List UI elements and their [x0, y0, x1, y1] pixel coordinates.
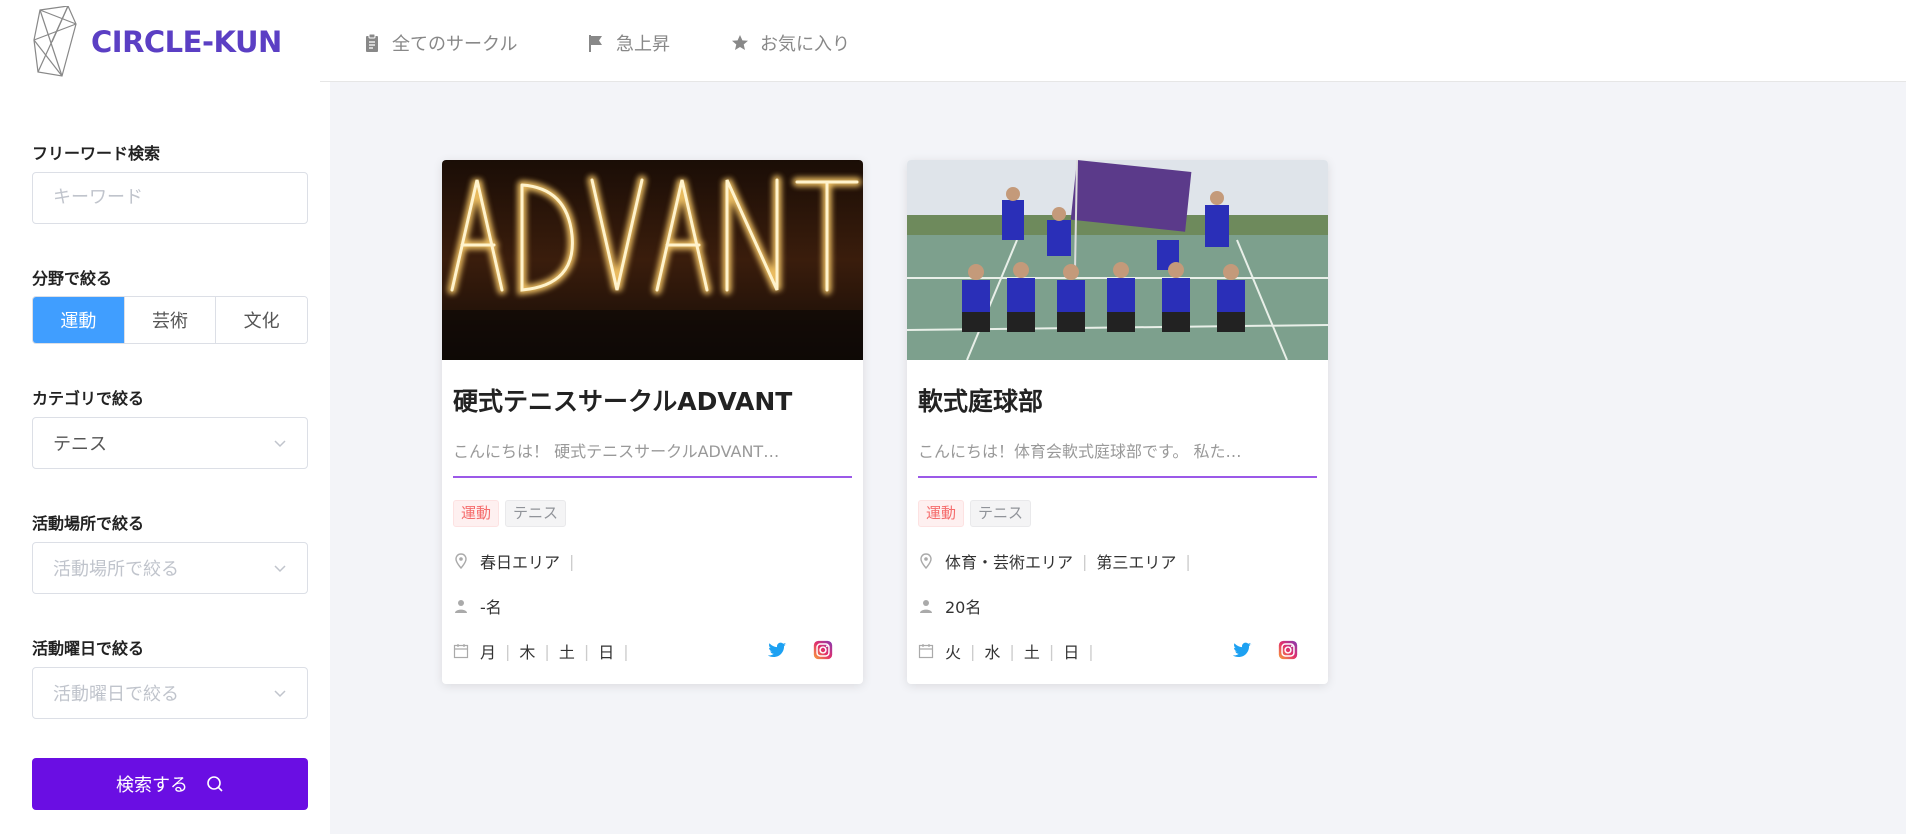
nav-favorites[interactable]: お気に入り [730, 30, 850, 56]
field-label: 分野で絞る [32, 269, 113, 288]
card-area: 体育・芸術エリア [945, 553, 1074, 572]
chevron-down-icon [274, 440, 286, 448]
separator: | [1082, 551, 1088, 571]
card-divider [453, 476, 852, 478]
separator: | [1048, 641, 1055, 661]
card-image-team-photo [907, 160, 1328, 360]
card-day: 火 [945, 643, 962, 662]
field-option-culture[interactable]: 文化 [216, 297, 307, 343]
card-title: 硬式テニスサークルADVANT [453, 387, 793, 416]
day-label: 活動曜日で絞る [32, 639, 145, 658]
search-button[interactable]: 検索する [32, 758, 308, 810]
person-icon [920, 600, 932, 613]
card-day: 日 [598, 643, 615, 662]
day-select[interactable]: 活動曜日で絞る [32, 667, 308, 719]
top-nav: 全てのサークル 急上昇 お気に入り [320, 0, 1906, 82]
separator: | [544, 641, 550, 661]
twitter-icon[interactable] [766, 639, 788, 661]
card-area-row: 春日エリア | [453, 549, 583, 573]
card-days-row: 火 | 水 | 土 | 日 | [918, 639, 1103, 663]
twitter-icon[interactable] [1231, 639, 1253, 661]
card-members-row: 20名 [918, 594, 981, 618]
location-pin-icon [920, 553, 932, 569]
keyword-label: フリーワード検索 [32, 144, 161, 163]
card-members: -名 [480, 598, 502, 617]
card-tags: 運動 テニス [918, 500, 1032, 527]
card-area: 第三エリア [1096, 553, 1177, 572]
clipboard-icon [366, 33, 378, 52]
nav-all-circles-label: 全てのサークル [392, 34, 518, 55]
search-icon [207, 776, 223, 792]
star-icon [732, 35, 748, 50]
card-members: 20名 [945, 598, 982, 617]
card-social-links [766, 639, 834, 661]
category-value: テニス [53, 434, 107, 455]
flag-icon [589, 35, 602, 52]
circle-card[interactable]: 軟式庭球部 こんにちは！体育会軟式庭球部です。 私た… 運動 テニス 体育・芸術… [907, 160, 1328, 684]
tag-category: テニス [970, 500, 1032, 527]
separator: | [1185, 551, 1191, 571]
place-label: 活動場所で絞る [32, 514, 145, 533]
card-days-row: 月 | 木 | 土 | 日 | [453, 639, 638, 663]
nav-trending-label: 急上昇 [616, 34, 670, 55]
card-members-row: -名 [453, 594, 502, 618]
field-segmented-control: 運動 芸術 文化 [32, 296, 308, 344]
card-social-links [1231, 639, 1299, 661]
keyword-placeholder: キーワード [53, 187, 143, 208]
separator: | [505, 641, 511, 661]
tag-category: テニス [505, 500, 567, 527]
separator: | [1009, 641, 1015, 661]
separator: | [623, 641, 629, 661]
card-description: こんにちは！体育会軟式庭球部です。 私た… [918, 442, 1242, 461]
logo-text: CIRCLE-KUN [91, 25, 282, 59]
place-placeholder: 活動場所で絞る [53, 559, 179, 580]
chevron-down-icon [274, 690, 286, 698]
chevron-down-icon [274, 565, 286, 573]
category-select[interactable]: テニス [32, 417, 308, 469]
card-day: 土 [558, 643, 575, 662]
tag-field: 運動 [453, 500, 500, 527]
field-option-arts[interactable]: 芸術 [124, 297, 217, 343]
calendar-icon [918, 644, 934, 659]
field-option-sports[interactable]: 運動 [33, 297, 125, 343]
separator: | [583, 641, 590, 661]
card-tags: 運動 テニス [453, 500, 567, 527]
person-icon [455, 600, 467, 613]
card-divider [918, 476, 1317, 478]
search-button-label: 検索する [116, 775, 188, 796]
location-pin-icon [455, 553, 467, 569]
separator: | [970, 641, 976, 661]
card-day: 水 [984, 643, 1001, 662]
logo[interactable]: CIRCLE-KUN [32, 6, 282, 78]
card-image-sparkler [442, 160, 863, 360]
separator: | [569, 551, 575, 571]
card-title: 軟式庭球部 [918, 387, 1044, 416]
card-day: 月 [480, 643, 497, 662]
card-day: 土 [1023, 643, 1040, 662]
card-area-row: 体育・芸術エリア | 第三エリア | [918, 549, 1200, 573]
instagram-icon[interactable] [812, 639, 834, 661]
nav-trending[interactable]: 急上昇 [586, 30, 670, 56]
instagram-icon[interactable] [1277, 639, 1299, 661]
nav-favorites-label: お気に入り [760, 34, 850, 55]
card-description: こんにちは！ 硬式テニスサークルADVANT… [453, 442, 780, 461]
place-select[interactable]: 活動場所で絞る [32, 542, 308, 594]
logo-geometric-icon [33, 6, 77, 77]
day-placeholder: 活動曜日で絞る [53, 684, 179, 705]
card-area: 春日エリア [480, 553, 561, 572]
nav-all-circles[interactable]: 全てのサークル [362, 30, 517, 56]
calendar-icon [453, 644, 469, 659]
sidebar: CIRCLE-KUN フリーワード検索 キーワード 分野で絞る 運動 芸術 文化… [0, 0, 330, 834]
circle-card[interactable]: 硬式テニスサークルADVANT こんにちは！ 硬式テニスサークルADVANT… … [442, 160, 863, 684]
card-day: 日 [1063, 643, 1080, 662]
card-day: 木 [519, 643, 536, 662]
category-label: カテゴリで絞る [32, 389, 145, 408]
keyword-input[interactable]: キーワード [32, 172, 308, 224]
tag-field: 運動 [918, 500, 965, 527]
separator: | [1088, 641, 1094, 661]
